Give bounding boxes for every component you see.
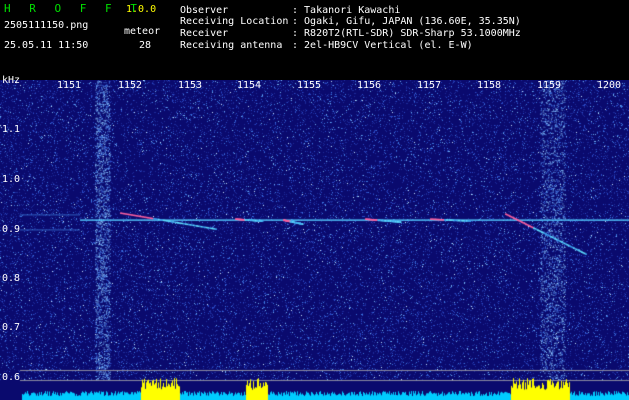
antenna-value: : 2el-HB9CV Vertical (el. E-W) <box>292 40 473 51</box>
x-tick-label: 1156 <box>357 80 382 91</box>
capture-datetime: 25.05.11 11:50 <box>4 40 89 51</box>
x-tick-label: 1154 <box>237 80 262 91</box>
x-tick-label: 1151 <box>57 80 82 91</box>
antenna-label: Receiving antenna <box>180 40 283 51</box>
y-tick-label: 0.6 <box>2 372 21 383</box>
y-tick-label: 0.7 <box>2 322 21 333</box>
location-label: Receiving Location <box>180 16 289 27</box>
x-tick-label: 1200 <box>597 80 622 91</box>
y-tick-label: 0.8 <box>2 273 21 284</box>
y-axis-unit-label: kHz <box>2 75 21 86</box>
x-tick-label: 1153 <box>178 80 203 91</box>
app-version: 1.0.0 <box>126 4 157 15</box>
x-tick-label: 1159 <box>537 80 562 91</box>
y-tick-label: 1.1 <box>2 124 21 135</box>
file-name: 2505111150.png <box>4 20 89 31</box>
receiver-label: Receiver <box>180 28 229 39</box>
x-tick-label: 1158 <box>477 80 502 91</box>
x-tick-label: 1155 <box>297 80 322 91</box>
y-tick-label: 0.9 <box>2 224 21 235</box>
meteor-label: meteor <box>124 26 161 37</box>
location-value: : Ogaki, Gifu, JAPAN (136.60E, 35.35N) <box>292 16 521 27</box>
y-tick-label: 1.0 <box>2 174 21 185</box>
spectrogram-plot <box>0 80 629 400</box>
x-tick-label: 1157 <box>417 80 442 91</box>
meteor-count: 28 <box>139 40 152 51</box>
x-tick-label: 1152 <box>118 80 143 91</box>
receiver-value: : R820T2(RTL-SDR) SDR-Sharp 53.1000MHz <box>292 28 521 39</box>
observer-value: : Takanori Kawachi <box>292 5 401 16</box>
app-brand: H R O F F T <box>4 2 143 15</box>
observer-label: Observer <box>180 5 229 16</box>
header-panel: H R O F F T 1.0.0 2505111150.png 25.05.1… <box>0 0 629 80</box>
